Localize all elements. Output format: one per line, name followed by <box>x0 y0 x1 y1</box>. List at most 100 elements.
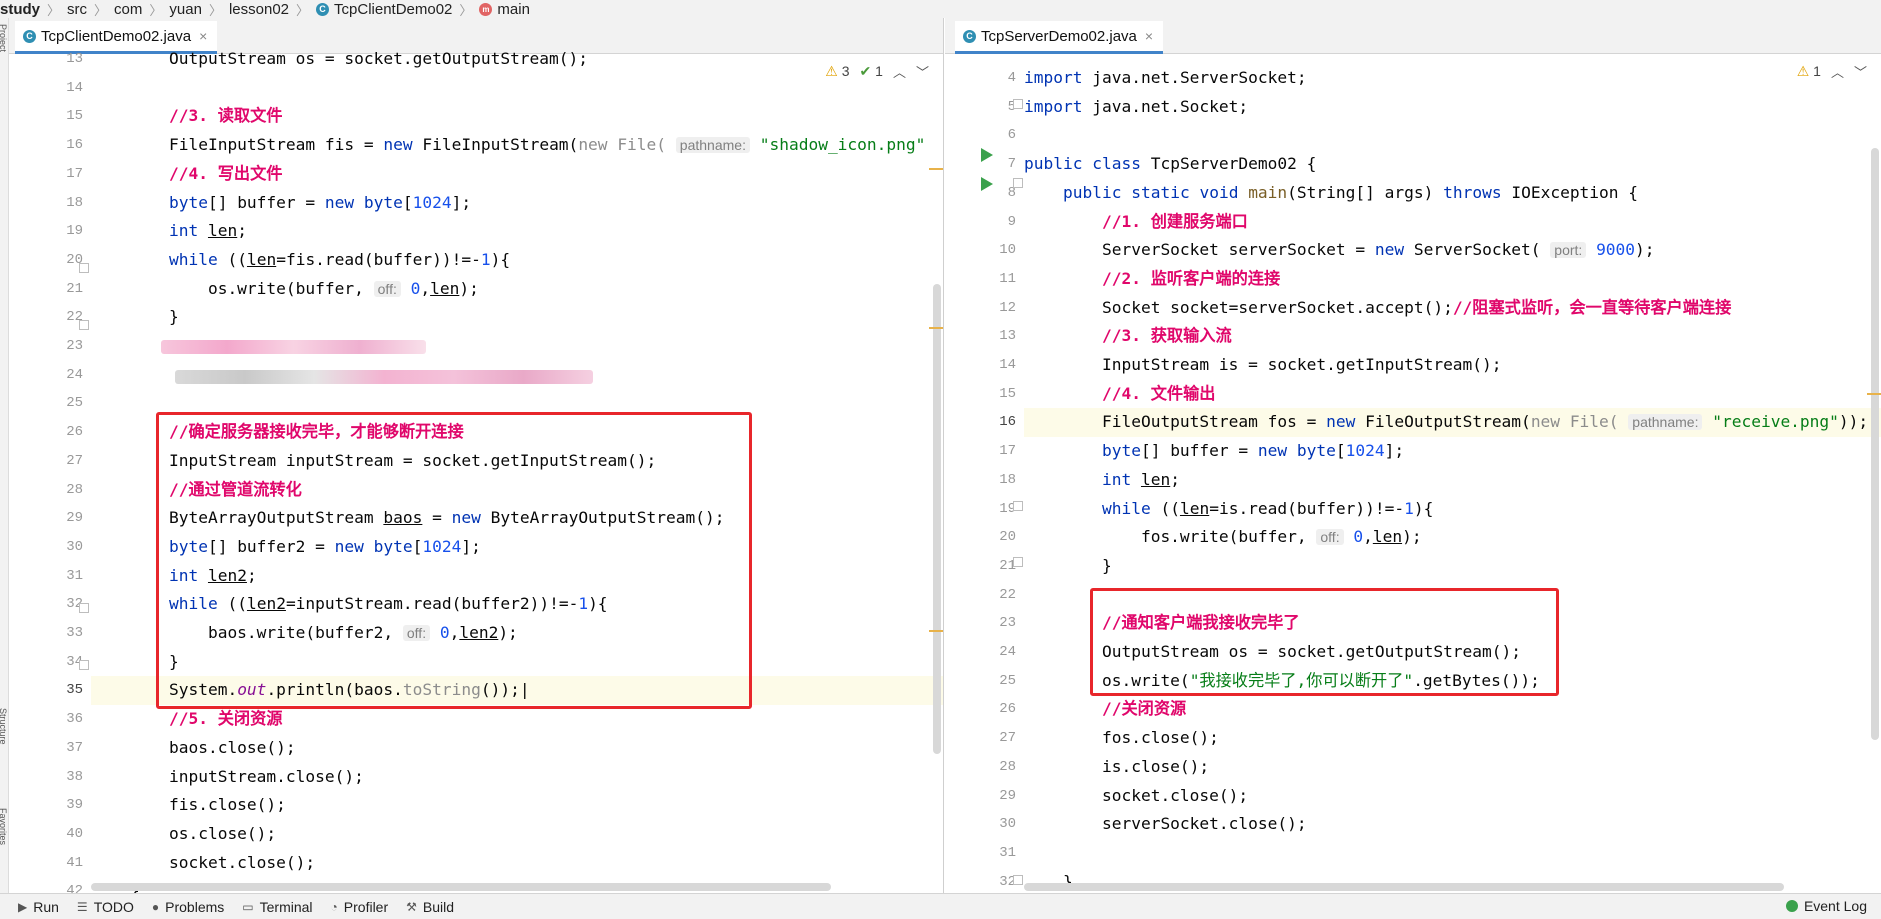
warning-stripe-mark[interactable] <box>929 327 943 329</box>
tab-tcp-server-demo[interactable]: C TcpServerDemo02.java × <box>955 21 1164 54</box>
server-editor-pane: C TcpServerDemo02.java × ⚠ 1 ︿ ﹀ 4567891… <box>945 18 1881 893</box>
code-line: FileInputStream fis = new FileInputStrea… <box>91 135 926 155</box>
line-number: 12 <box>999 299 1016 316</box>
close-icon[interactable]: × <box>199 28 207 44</box>
breadcrumb-item-project[interactable]: study <box>0 1 40 18</box>
line-number: 4 <box>1007 70 1016 86</box>
run-tool-button[interactable]: ▶ Run <box>18 899 59 915</box>
horizontal-scrollbar[interactable] <box>91 883 831 891</box>
code-line: Socket socket=serverSocket.accept();//阻塞… <box>1024 297 1732 317</box>
line-number: 37 <box>66 739 83 756</box>
run-class-icon[interactable] <box>981 148 993 162</box>
chevron-right-icon: 〉 <box>149 2 163 18</box>
build-tool-button[interactable]: ⚒ Build <box>406 899 454 915</box>
line-number: 20 <box>999 529 1016 546</box>
code-line: //关闭资源 <box>1101 699 1187 719</box>
code-line: while ((len=is.read(buffer))!=-1){ <box>1101 498 1434 518</box>
line-number: 26 <box>999 701 1016 718</box>
fold-marker-icon[interactable] <box>1013 501 1023 511</box>
event-log-button[interactable]: Event Log <box>1785 898 1867 914</box>
problems-tool-button[interactable]: ● Problems <box>152 899 224 915</box>
line-number: 19 <box>66 223 83 240</box>
warning-stripe-mark[interactable] <box>929 168 943 170</box>
breadcrumb-class-label: TcpClientDemo02 <box>334 0 453 18</box>
code-line: import java.net.ServerSocket; <box>1024 68 1307 87</box>
close-icon[interactable]: × <box>1145 28 1153 44</box>
line-number-gutter: 4 5 6 7 8 9 10 11 12 13 14 15 16 17 18 19 20 21 22 23 24 25 26… <box>945 70 1024 893</box>
terminal-icon: ▭ <box>242 899 254 914</box>
line-number: 39 <box>66 797 83 814</box>
profiler-icon: ◔ <box>330 899 338 914</box>
code-line: baos.close(); <box>91 737 296 757</box>
code-line: os.close(); <box>91 823 277 843</box>
fold-marker-icon[interactable] <box>1013 99 1023 109</box>
structure-tool-label[interactable]: Structure <box>0 708 8 745</box>
event-log-icon <box>1785 900 1798 912</box>
vertical-scrollbar[interactable] <box>933 284 941 754</box>
breadcrumb-item-src[interactable]: src <box>67 1 87 18</box>
line-number: 10 <box>999 242 1016 259</box>
breadcrumb-method-label: main <box>497 0 530 18</box>
redacted-code <box>161 340 426 354</box>
code-line: //3. 获取输入流 <box>1101 326 1232 346</box>
run-main-icon[interactable] <box>981 177 993 191</box>
vertical-scrollbar[interactable] <box>1871 148 1879 740</box>
warning-stripe-mark[interactable] <box>1867 393 1881 395</box>
class-icon: C <box>316 2 330 16</box>
line-number: 17 <box>66 165 83 182</box>
breadcrumb-item-class[interactable]: C TcpClientDemo02 <box>316 1 452 18</box>
breadcrumb-item-method[interactable]: m main <box>479 1 530 18</box>
code-line: is.close(); <box>1024 756 1210 776</box>
line-number: 14 <box>999 357 1016 373</box>
line-number: 24 <box>999 644 1016 660</box>
warning-stripe-mark[interactable] <box>929 630 943 632</box>
project-tool-label[interactable]: Project <box>0 24 8 52</box>
highlight-box <box>1090 588 1559 696</box>
code-line: OutputStream os = socket.getOutputStream… <box>91 49 589 68</box>
fold-marker-icon[interactable] <box>79 320 89 330</box>
fold-marker-icon[interactable] <box>1013 557 1023 567</box>
code-line: //4. 写出文件 <box>168 163 283 183</box>
code-line: //1. 创建服务端口 <box>1101 211 1248 231</box>
chevron-right-icon: 〉 <box>94 2 108 18</box>
code-line: while ((len=fis.read(buffer))!=-1){ <box>168 249 511 269</box>
client-editor-pane: C TcpClientDemo02.java × ⚠ 3 ✔ 1 ︿ ﹀ 13 1… <box>9 18 944 893</box>
breadcrumb-item-lesson02[interactable]: lesson02 <box>229 1 289 18</box>
code-line: import java.net.Socket; <box>1024 96 1249 116</box>
breadcrumb-item-com[interactable]: com <box>114 1 142 18</box>
profiler-tool-button[interactable]: ◔ Profiler <box>331 899 389 915</box>
line-number: 41 <box>66 854 83 871</box>
fold-marker-icon[interactable] <box>79 263 89 273</box>
breadcrumb-item-yuan[interactable]: yuan <box>169 1 202 18</box>
code-area[interactable]: import java.net.ServerSocket; import jav… <box>1024 68 1881 893</box>
line-number: 21 <box>66 280 83 297</box>
line-number: 13 <box>999 328 1016 345</box>
fold-marker-icon[interactable] <box>1013 178 1023 188</box>
list-icon: ☰ <box>76 899 88 914</box>
favorites-tool-label[interactable]: Favorites <box>0 808 8 845</box>
chevron-right-icon: 〉 <box>296 2 310 18</box>
line-number: 38 <box>66 768 83 785</box>
horizontal-scrollbar[interactable] <box>1024 883 1784 891</box>
fold-marker-icon[interactable] <box>79 603 89 613</box>
class-icon: C <box>23 29 36 43</box>
code-line: int len; <box>1101 469 1180 489</box>
fold-marker-icon[interactable] <box>1013 875 1023 885</box>
line-number: 31 <box>66 567 83 584</box>
line-number: 29 <box>66 510 83 527</box>
line-number: 25 <box>999 672 1016 689</box>
code-line: //4. 文件输出 <box>1101 383 1216 403</box>
code-line: ServerSocket serverSocket = new ServerSo… <box>1024 240 1655 260</box>
line-number: 17 <box>999 443 1016 460</box>
terminal-tool-button[interactable]: ▭ Terminal <box>242 899 312 915</box>
todo-tool-button[interactable]: ☰ TODO <box>77 899 134 915</box>
line-number: 33 <box>66 625 83 641</box>
line-number: 40 <box>66 825 83 842</box>
line-number: 22 <box>999 586 1016 603</box>
line-number: 18 <box>66 194 83 211</box>
play-icon: ▶ <box>18 899 28 914</box>
fold-marker-icon[interactable] <box>79 660 89 670</box>
code-line: } <box>91 307 179 327</box>
hammer-icon: ⚒ <box>406 899 417 914</box>
